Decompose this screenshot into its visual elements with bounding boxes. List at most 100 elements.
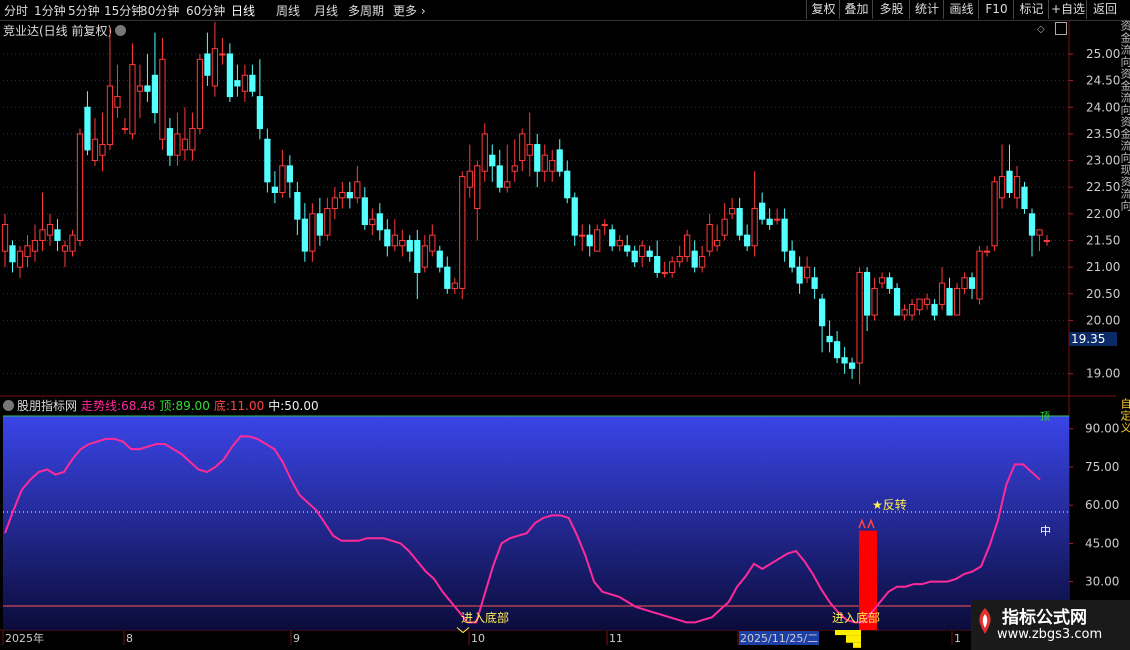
candle: [189, 112, 196, 161]
candle: [286, 155, 293, 198]
right-side-panel-lower[interactable]: 自定义: [1117, 398, 1130, 598]
period-tab-6[interactable]: 日线: [231, 2, 255, 19]
candle: [279, 149, 286, 198]
toolbar-button-5[interactable]: F10: [978, 0, 1014, 19]
candle: [976, 245, 983, 305]
chevron-down-icon[interactable]: [115, 25, 127, 36]
candle-body: [736, 208, 743, 236]
candle-body: [384, 229, 391, 247]
candle: [316, 197, 323, 246]
toolbar-button-1[interactable]: 叠加: [839, 0, 873, 19]
candle: [826, 320, 833, 353]
candle: [601, 219, 608, 236]
candle: [953, 283, 961, 316]
candle: [893, 283, 901, 316]
candle-body: [249, 74, 256, 92]
toolbar-button-0[interactable]: 复权: [806, 0, 840, 19]
candle-body: [564, 170, 571, 199]
up-arrow-icon: [858, 518, 866, 529]
candle-body: [399, 239, 406, 247]
toolbar-button-8[interactable]: 返回: [1086, 0, 1123, 19]
candle-body: [466, 170, 473, 188]
period-tab-7[interactable]: 周线: [276, 2, 300, 19]
toolbar-button-6[interactable]: 标记: [1013, 0, 1049, 19]
candle-body: [878, 277, 886, 284]
candle-body: [376, 213, 383, 231]
candle: [474, 160, 481, 241]
candle-body: [549, 160, 556, 172]
indicator-settings-icon[interactable]: [3, 400, 14, 411]
candle: [384, 219, 391, 257]
price-axis: 25.00 24.50 24.00 23.50 23.00 22.50 22.00 21.50…: [1069, 47, 1120, 381]
candle-body: [661, 271, 668, 274]
candle: [519, 128, 526, 172]
mid-label: 中:: [268, 399, 285, 413]
period-tab-9[interactable]: 多周期: [348, 2, 384, 19]
candle-body: [451, 282, 458, 289]
candle: [1013, 165, 1021, 209]
candle-body: [61, 245, 69, 252]
candle-body: [474, 165, 481, 209]
price-tick-label: 20.00: [1086, 313, 1120, 327]
toolbar-button-3[interactable]: 统计: [909, 0, 944, 19]
indicator-tick-label: 75.00: [1085, 460, 1119, 474]
time-label: 9: [293, 632, 300, 645]
right-side-panel[interactable]: 资金流向资金流向资金流向现资流向: [1117, 20, 1130, 400]
candle-body: [256, 96, 264, 130]
candle: [181, 107, 189, 161]
candle: [1028, 208, 1036, 257]
candle-body: [968, 277, 976, 289]
toolbar-button-2[interactable]: 多股: [872, 0, 910, 19]
candle: [878, 272, 886, 289]
candle: [736, 197, 743, 241]
candle-body: [204, 53, 211, 76]
toolbar-button-7[interactable]: +自选: [1048, 0, 1087, 19]
candle-body: [1, 223, 9, 252]
period-tab-8[interactable]: 月线: [314, 2, 338, 19]
candle: [226, 43, 234, 102]
maximize-icon[interactable]: [1055, 22, 1067, 35]
period-tab-5[interactable]: 60分钟: [186, 2, 225, 19]
candle: [669, 256, 676, 278]
candle-body: [511, 165, 518, 172]
candle-body: [391, 234, 398, 247]
candle-body: [774, 218, 781, 221]
candle-body: [788, 250, 796, 268]
candle: [759, 192, 766, 225]
period-tab-10[interactable]: 更多 ›: [393, 2, 426, 19]
candle: [264, 128, 271, 193]
candle: [1006, 144, 1013, 198]
candle-body: [496, 165, 503, 188]
price-tick-label: 25.00: [1086, 47, 1120, 61]
period-tab-1[interactable]: 1分钟: [34, 2, 66, 19]
diamond-icon[interactable]: ◇: [1037, 24, 1045, 35]
candle: [571, 192, 578, 246]
top-value: 89.00: [175, 399, 210, 413]
candle: [564, 160, 571, 204]
candle-body: [414, 239, 421, 273]
candle: [931, 299, 938, 321]
bottom-marker-icon: [456, 627, 470, 634]
candle: [549, 149, 556, 182]
candle: [729, 197, 736, 220]
candle-body: [631, 250, 638, 263]
candle-body: [294, 192, 301, 220]
period-tab-3[interactable]: 15分钟: [104, 2, 143, 19]
candle-body: [309, 213, 316, 252]
indicator-name[interactable]: 股朋指标网: [17, 399, 77, 413]
period-tab-2[interactable]: 5分钟: [68, 2, 100, 19]
price-tick-label: 23.00: [1086, 154, 1120, 168]
toolbar-button-4[interactable]: 画线: [943, 0, 979, 19]
candle-body: [226, 53, 234, 98]
candle-body: [46, 223, 54, 236]
candle-body: [369, 218, 376, 225]
enter-bottom-label: 进入底部: [461, 610, 509, 625]
stock-title[interactable]: 竞业达(日线 前复权): [3, 22, 127, 39]
top-toolbar: 分时 1分钟 5分钟 15分钟 30分钟 60分钟 日线 周线 月线 多周期 更多 › 复权 叠加 多股统…: [0, 0, 1130, 21]
period-tab-4[interactable]: 30分钟: [140, 2, 179, 19]
period-tab-0[interactable]: 分时: [4, 2, 28, 19]
candle: [271, 171, 278, 204]
candle: [39, 192, 46, 252]
mid-value: 50.00: [284, 399, 319, 413]
candle-body: [219, 53, 226, 56]
